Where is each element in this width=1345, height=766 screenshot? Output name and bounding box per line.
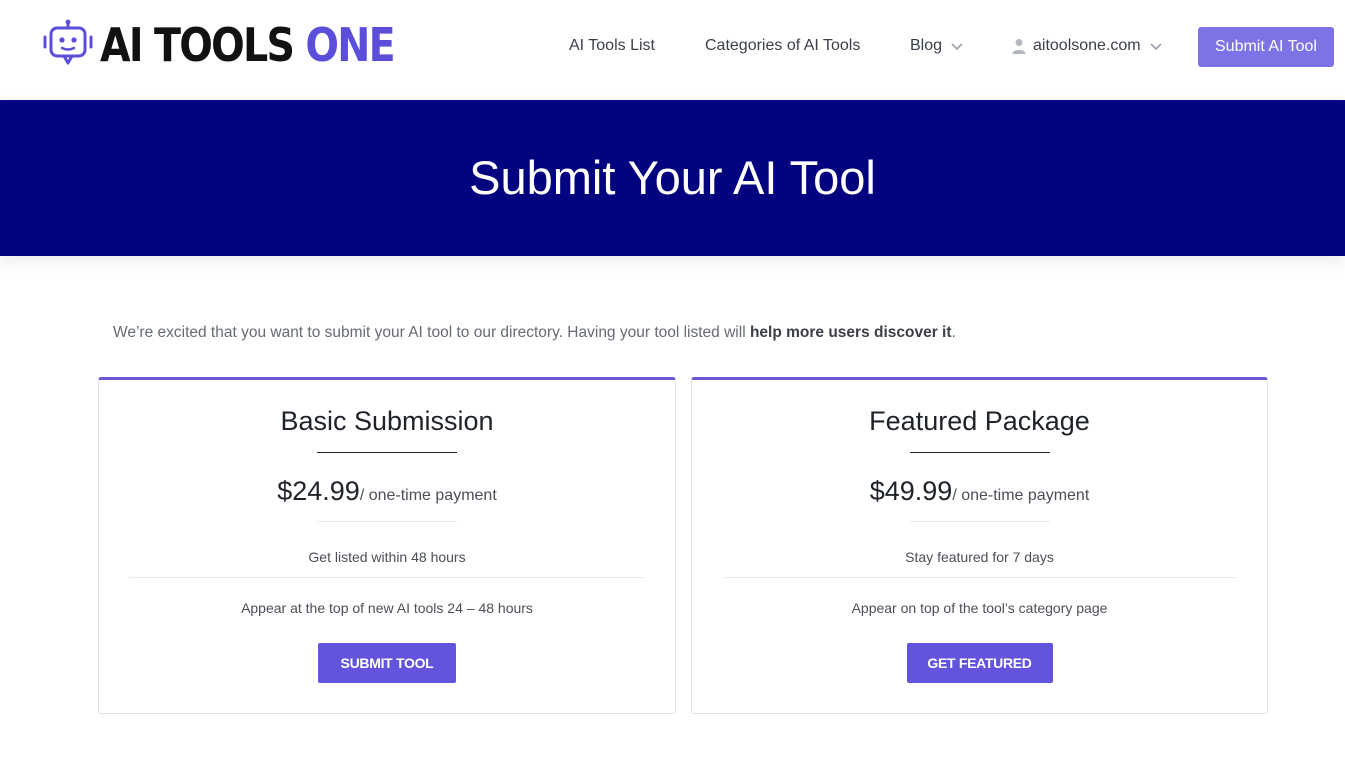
price-row: $24.99/ one-time payment [99, 476, 675, 507]
nav-item-blog[interactable]: Blog [910, 26, 964, 66]
plan-price: $24.99 [277, 476, 360, 506]
title-divider [909, 452, 1050, 453]
plan-title: Featured Package [869, 406, 1090, 436]
nav-item-label: Blog [910, 37, 943, 54]
intro-emphasis: help more users discover it [749, 324, 952, 341]
plan-period: / one-time payment [952, 487, 1090, 504]
user-icon [1012, 39, 1026, 54]
plan-feature: Get listed within 48 hours [308, 549, 466, 565]
chevron-down-icon [951, 43, 963, 51]
nav-item-label: aitoolsone.com [1033, 37, 1141, 54]
site-header: AI TOOLS ONE AI Tools List Categories of… [0, 0, 1345, 100]
price-divider [909, 521, 1050, 522]
nav-item-label: AI Tools List [569, 37, 655, 54]
plan-feature: Appear on top of the tool’s category pag… [851, 600, 1108, 616]
get-featured-button[interactable]: GET FEATURED [906, 643, 1053, 683]
nav-item-categories[interactable]: Categories of AI Tools [705, 26, 860, 66]
hero-banner: Submit Your AI Tool [0, 100, 1345, 256]
plan-price: $49.99 [869, 476, 953, 506]
price-divider [317, 521, 457, 522]
intro-body: We’re excited that you want to submit yo… [113, 324, 750, 341]
nav-item-label: Categories of AI Tools [705, 37, 861, 54]
submit-ai-tool-button[interactable]: Submit AI Tool [1198, 27, 1334, 67]
submit-tool-button[interactable]: SUBMIT TOOL [318, 643, 456, 683]
plan-feature: Appear at the top of new AI tools 24 – 4… [241, 600, 533, 616]
page-title: Submit Your AI Tool [469, 151, 876, 204]
title-divider [317, 452, 457, 453]
nav-item-account[interactable]: aitoolsone.com [1012, 26, 1163, 66]
pricing-card-featured: Featured Package $49.99/ one-time paymen… [691, 377, 1268, 714]
chevron-down-icon [1150, 43, 1162, 51]
feature-divider [129, 577, 645, 578]
nav-item-ai-tools-list[interactable]: AI Tools List [569, 26, 655, 66]
plan-title: Basic Submission [280, 406, 494, 436]
intro-text: We’re excited that you want to submit yo… [113, 324, 956, 342]
pricing-card-basic: Basic Submission $24.99/ one-time paymen… [98, 377, 676, 714]
plan-feature: Stay featured for 7 days [905, 549, 1054, 565]
main-nav: AI Tools List Categories of AI Tools Blo… [0, 26, 1345, 66]
intro-end: . [951, 324, 956, 341]
price-row: $49.99/ one-time payment [692, 476, 1267, 507]
feature-divider [722, 577, 1237, 578]
plan-period: / one-time payment [359, 487, 497, 504]
